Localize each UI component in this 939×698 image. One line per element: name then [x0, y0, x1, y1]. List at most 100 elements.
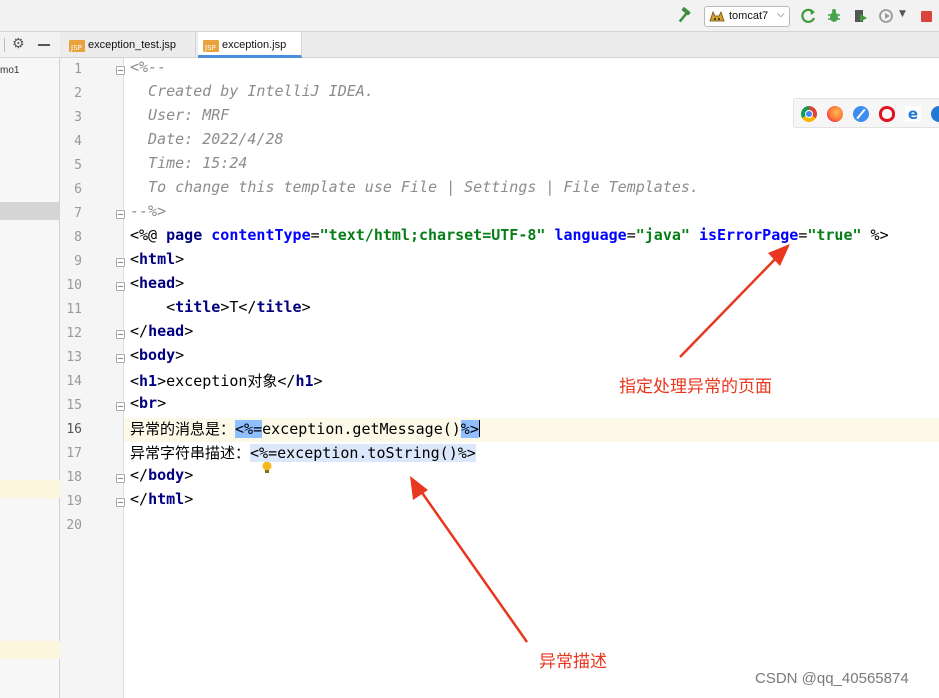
project-tree-row[interactable] [0, 480, 60, 498]
line-number: 13 [66, 350, 82, 365]
tab-label: exception.jsp [222, 39, 287, 51]
tag-bracket: > [220, 298, 230, 316]
code-line: User: MRF [130, 106, 230, 124]
equals: = [626, 226, 636, 244]
tag-bracket: > [157, 394, 167, 412]
scriptlet-open-marker: <%= [235, 420, 263, 438]
line-number: 15 [66, 398, 82, 413]
attr-value: "java" [635, 226, 690, 244]
project-tool-window: ⚙ mo1 [0, 32, 60, 698]
edge-icon[interactable]: e [905, 106, 921, 122]
code-line: To change this template use File | Setti… [130, 178, 699, 196]
tag-bracket: > [313, 372, 323, 390]
scriptlet-expression: exception.getMessage() [262, 420, 461, 438]
scriptlet-open-marker: <%= [250, 444, 278, 462]
run-configuration-select[interactable]: tomcat7 ⌵ [704, 6, 790, 27]
directive-close: %> [861, 226, 889, 244]
tag-bracket: < [130, 250, 140, 268]
attr-value: "true" [807, 226, 862, 244]
svg-text:JSP: JSP [204, 44, 216, 52]
tab-exception-jsp[interactable]: JSP exception.jsp [198, 32, 302, 58]
line-number-current: 16 [66, 422, 82, 437]
line-number: 5 [74, 158, 82, 173]
project-tree-item[interactable]: mo1 [0, 65, 19, 76]
minimize-icon[interactable] [38, 44, 50, 46]
code-line: <h1>exception对象</h1> [130, 370, 323, 394]
debug-icon[interactable] [826, 8, 842, 24]
chevron-down-icon[interactable]: ▼ [899, 9, 909, 25]
stop-icon[interactable] [921, 11, 932, 22]
project-tree-row[interactable] [0, 641, 60, 659]
rerun-icon[interactable] [801, 8, 817, 24]
code-line: Time: 15:24 [130, 154, 248, 172]
code-line: </body> [130, 466, 193, 490]
tag-name: html [148, 490, 185, 508]
line-number: 1 [74, 62, 82, 77]
directive-open: <%@ [130, 226, 167, 244]
line-number: 2 [74, 86, 82, 101]
safari-icon[interactable] [853, 106, 869, 122]
tag-name: html [139, 250, 176, 268]
ie-icon[interactable] [931, 106, 939, 122]
attr-name: isErrorPage [689, 226, 799, 244]
tag-bracket: > [184, 466, 194, 484]
jsp-file-icon: JSP [203, 40, 219, 52]
watermark: CSDN @qq_40565874 [755, 670, 909, 687]
scriptlet-close-marker: %> [457, 444, 476, 462]
tag-name: head [139, 274, 176, 292]
tag-bracket: > [175, 274, 185, 292]
tab-exception-test-jsp[interactable]: JSP exception_test.jsp [64, 32, 196, 58]
attr-name: language [545, 226, 627, 244]
code-line: <head> [130, 274, 184, 298]
code-editor[interactable]: <%-- Created by IntelliJ IDEA. User: MRF… [124, 58, 939, 698]
tag-bracket: > [184, 322, 194, 340]
code-line: </html> [130, 490, 193, 514]
text-caret [478, 420, 480, 437]
tag-bracket: </ [130, 490, 149, 508]
code-line: --%> [130, 202, 167, 220]
annotation-description: 异常描述 [539, 652, 607, 672]
line-number: 18 [66, 470, 82, 485]
line-number: 4 [74, 134, 82, 149]
line-number: 7 [74, 206, 82, 221]
tag-bracket: < [130, 394, 140, 412]
code-line-page-directive: <%@ page contentType="text/html;charset=… [130, 226, 889, 250]
tag-bracket: < [166, 298, 176, 316]
line-number: 3 [74, 110, 82, 125]
browser-preview-toolbar: e [793, 98, 939, 128]
opera-icon[interactable] [879, 106, 895, 122]
editor-tab-bar: JSP exception_test.jsp JSP exception.jsp [60, 32, 939, 58]
plain-text: 异常字符串描述： [130, 444, 251, 462]
profile-icon[interactable] [879, 8, 895, 24]
code-line: <html> [130, 250, 184, 274]
firefox-icon[interactable] [827, 106, 843, 122]
line-number: 19 [66, 494, 82, 509]
gear-icon[interactable]: ⚙ [12, 36, 25, 52]
tag-bracket: > [157, 372, 167, 390]
tag-bracket: </ [238, 298, 257, 316]
build-hammer-icon[interactable] [675, 7, 693, 25]
line-number: 9 [74, 254, 82, 269]
svg-text:JSP: JSP [70, 44, 82, 52]
code-line: Created by IntelliJ IDEA. [130, 82, 374, 100]
tag-bracket: < [130, 372, 140, 390]
coverage-icon[interactable] [852, 8, 868, 24]
tag-bracket: > [184, 490, 194, 508]
plain-text: 异常的消息是： [130, 420, 236, 438]
tag-text: exception对象 [166, 372, 278, 390]
code-line: <br> [130, 394, 166, 418]
line-number-gutter[interactable]: 1 2 3 4 5 6 7 8 9 10 11 12 13 14 15 16 1… [60, 58, 125, 698]
code-line: Date: 2022/4/28 [130, 130, 284, 148]
tag-name: h1 [295, 372, 314, 390]
tag-bracket: < [130, 274, 140, 292]
code-line: <body> [130, 346, 184, 370]
scriptlet-expression: exception.toString() [277, 444, 458, 462]
line-number: 20 [66, 518, 82, 533]
project-panel-header: ⚙ [0, 32, 60, 58]
code-line: <%-- [130, 58, 167, 76]
tag-bracket: </ [277, 372, 296, 390]
chrome-icon[interactable] [801, 106, 817, 122]
equals: = [310, 226, 320, 244]
project-tree-selected-row[interactable] [0, 202, 60, 220]
